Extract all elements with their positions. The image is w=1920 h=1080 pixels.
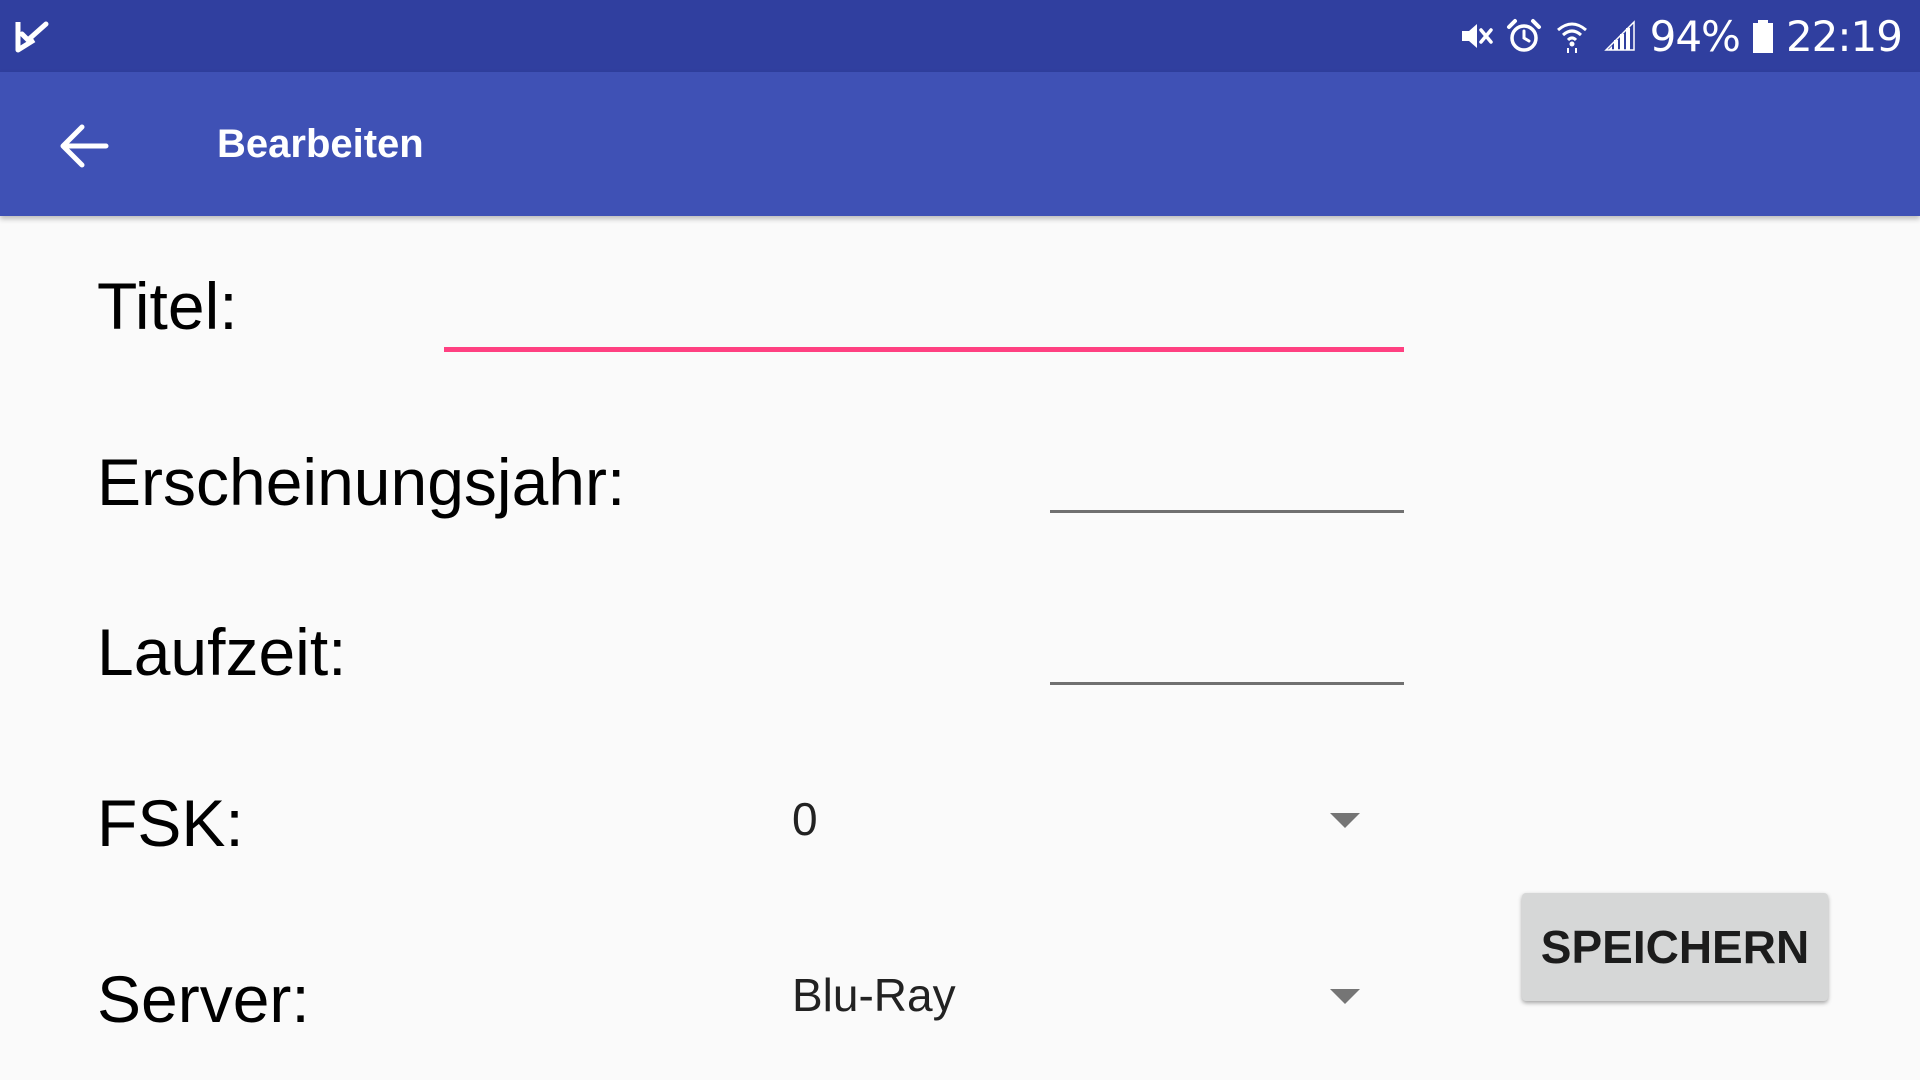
battery-icon xyxy=(1752,20,1773,53)
alarm-icon xyxy=(1506,19,1541,52)
title-field[interactable] xyxy=(444,290,1404,348)
status-bar: 94% 22:19 xyxy=(0,0,1920,72)
page-title: Bearbeiten xyxy=(217,122,424,166)
arrow-back-icon xyxy=(60,124,109,168)
wifi-icon xyxy=(1556,22,1587,53)
back-button[interactable] xyxy=(52,118,116,174)
fsk-dropdown[interactable]: 0 xyxy=(790,783,1370,855)
fsk-label: FSK: xyxy=(97,786,244,860)
title-field-underline xyxy=(444,347,1404,352)
dropdown-arrow-icon xyxy=(1330,989,1360,1004)
server-label: Server: xyxy=(97,962,310,1036)
year-label: Erscheinungsjahr: xyxy=(97,445,626,519)
dropdown-arrow-icon xyxy=(1330,813,1360,828)
title-label: Titel: xyxy=(97,269,238,343)
runtime-field[interactable] xyxy=(1050,624,1404,682)
runtime-label: Laufzeit: xyxy=(97,615,347,689)
status-icons: 94% 22:19 xyxy=(1458,0,1903,72)
battery-percentage: 94% xyxy=(1649,11,1741,61)
fsk-selected-value: 0 xyxy=(792,793,818,845)
app-bar: Bearbeiten xyxy=(0,72,1920,216)
server-selected-value: Blu-Ray xyxy=(792,969,956,1021)
mute-icon xyxy=(1461,24,1493,48)
runtime-field-underline xyxy=(1050,682,1404,685)
server-dropdown[interactable]: Blu-Ray xyxy=(790,959,1370,1031)
signal-icon xyxy=(1603,20,1635,51)
clock: 22:19 xyxy=(1785,11,1903,61)
save-button[interactable]: SPEICHERN xyxy=(1522,893,1828,1001)
checkmark-notification-icon xyxy=(15,21,49,53)
year-field[interactable] xyxy=(1050,452,1404,510)
year-field-underline xyxy=(1050,510,1404,513)
